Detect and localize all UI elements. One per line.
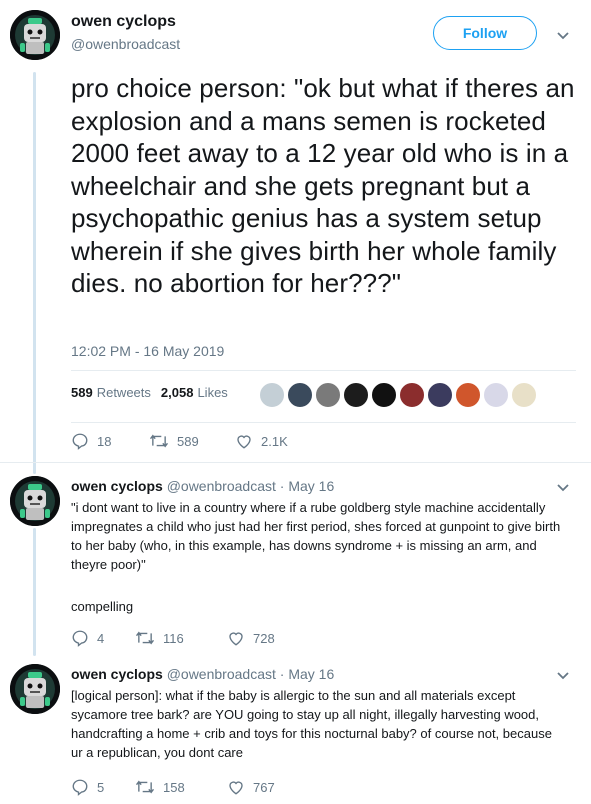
- reply-action[interactable]: 18: [71, 432, 149, 450]
- robot-avatar-icon: [10, 10, 60, 60]
- divider: [71, 370, 576, 371]
- liker-avatar[interactable]: [398, 381, 426, 409]
- heart-icon: [237, 435, 251, 449]
- liker-avatar[interactable]: [342, 381, 370, 409]
- chevron-down-icon[interactable]: [556, 483, 570, 493]
- display-name[interactable]: owen cyclops: [71, 478, 163, 494]
- liker-avatar[interactable]: [370, 381, 398, 409]
- reply-count: 5: [97, 779, 105, 795]
- follow-button[interactable]: Follow: [433, 16, 537, 50]
- retweet-icon: [149, 434, 169, 448]
- separator: ·: [279, 478, 285, 494]
- retweets-count: 589: [71, 385, 93, 400]
- liker-avatar[interactable]: [258, 381, 286, 409]
- user-handle[interactable]: @owenbroadcast: [167, 478, 276, 494]
- chevron-down-icon[interactable]: [556, 31, 570, 41]
- tweet-actions: 4 116 728: [71, 629, 305, 647]
- retweet-action[interactable]: 116: [135, 629, 227, 647]
- heart-icon: [229, 632, 243, 646]
- reply-header: owen cyclops @owenbroadcast · May 16: [71, 478, 334, 494]
- retweet-action[interactable]: 589: [149, 432, 235, 450]
- liker-avatar[interactable]: [426, 381, 454, 409]
- retweet-icon: [135, 780, 155, 794]
- retweet-count: 589: [177, 433, 199, 449]
- divider: [0, 462, 591, 463]
- robot-avatar-icon: [10, 476, 60, 526]
- reply-icon: [72, 433, 88, 450]
- tweet-actions: 18 589 2.1K: [71, 432, 313, 450]
- liker-avatar[interactable]: [510, 381, 538, 409]
- like-count: 767: [253, 779, 275, 795]
- robot-avatar-icon: [10, 664, 60, 714]
- chevron-down-icon[interactable]: [556, 671, 570, 681]
- liker-avatar[interactable]: [314, 381, 342, 409]
- retweet-action[interactable]: 158: [135, 778, 227, 796]
- reply-count: 18: [97, 433, 112, 449]
- avatar[interactable]: [10, 10, 60, 60]
- retweets-label: Retweets: [96, 385, 151, 400]
- display-name[interactable]: owen cyclops: [71, 13, 176, 31]
- retweets-stat[interactable]: 589 Retweets: [71, 385, 151, 400]
- reply-icon: [72, 779, 88, 796]
- reply-action[interactable]: 5: [71, 778, 135, 796]
- thread-connector: [33, 528, 36, 656]
- likes-label: Likes: [197, 385, 228, 400]
- like-action[interactable]: 767: [227, 778, 305, 796]
- reply-text-extra: compelling: [71, 599, 134, 614]
- separator: ·: [279, 666, 285, 682]
- reply-text: "i dont want to live in a country where …: [71, 500, 561, 572]
- divider: [71, 422, 576, 423]
- retweet-count: 116: [163, 630, 184, 646]
- retweet-count: 158: [163, 779, 185, 795]
- liker-avatar[interactable]: [454, 381, 482, 409]
- like-count: 2.1K: [261, 433, 288, 449]
- heart-icon: [229, 781, 243, 795]
- like-action[interactable]: 728: [227, 629, 305, 647]
- avatar[interactable]: [10, 664, 60, 714]
- reply-date[interactable]: May 16: [288, 478, 334, 494]
- user-handle[interactable]: @owenbroadcast: [71, 36, 180, 52]
- reply-text: [logical person]: what if the baby is al…: [71, 688, 552, 760]
- likes-count: 2,058: [160, 385, 194, 400]
- reply-count: 4: [97, 630, 105, 646]
- likes-stat[interactable]: 2,058 Likes: [161, 385, 228, 400]
- tweet-stats: 589 Retweets 2,058 Likes: [71, 385, 228, 400]
- tweet-text: pro choice person: "ok but what if there…: [71, 73, 575, 298]
- reply-header: owen cyclops @owenbroadcast · May 16: [71, 666, 334, 682]
- thread-connector: [33, 72, 36, 474]
- reply-icon: [72, 630, 88, 647]
- tweet-actions: 5 158 767: [71, 778, 305, 796]
- liker-avatar[interactable]: [482, 381, 510, 409]
- reply-action[interactable]: 4: [71, 629, 135, 647]
- like-action[interactable]: 2.1K: [235, 432, 313, 450]
- liker-avatar[interactable]: [286, 381, 314, 409]
- reply-date[interactable]: May 16: [288, 666, 334, 682]
- tweet-timestamp[interactable]: 12:02 PM - 16 May 2019: [71, 343, 224, 359]
- display-name[interactable]: owen cyclops: [71, 666, 163, 682]
- like-count: 728: [253, 630, 275, 646]
- avatar[interactable]: [10, 476, 60, 526]
- user-handle[interactable]: @owenbroadcast: [167, 666, 276, 682]
- retweet-icon: [135, 631, 155, 645]
